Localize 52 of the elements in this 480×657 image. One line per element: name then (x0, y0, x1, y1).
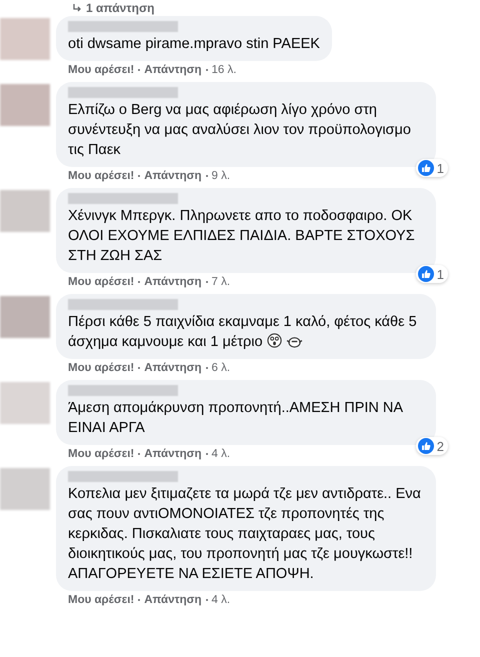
reply-link[interactable]: Απάντηση (144, 362, 202, 374)
comment-time[interactable]: 7 λ. (212, 276, 230, 288)
replies-link[interactable]: 1 απάντηση (86, 1, 155, 15)
separator-dot (138, 367, 140, 369)
surprised-emoji-icon (266, 333, 282, 348)
comment-text: Ελπίζω ο Berg να μας αφιέρωση λίγο χρόνο στη συνέντευξη να μας αναλύσει λιον τον προϋπολογισμο τις Παεκ (68, 101, 412, 160)
comment-text: Κοπελια μεν ξιτιμαζετε τα μωρά τζε μεν αντιδρατε.. Ενα σας πουν αντιΟΜΟΝΟΙΑΤΕΣ τζε προπονητές της κερκιδας. Πισκαλιατε τους παιχταραες μας, τους διοικητικούς μας, του προπονητή μας τζε μουγκωστε!! ΑΠΑΓΟΡΕΥΕΤΕ ΝΑ ΕΣΙΕΤΕ ΑΠΟΨΗ. (68, 485, 422, 584)
reply-link[interactable]: Απάντηση (144, 170, 202, 182)
separator-dot (206, 453, 208, 455)
reaction-badge[interactable]: 1 (416, 159, 448, 177)
comment-time[interactable]: 16 λ. (212, 64, 236, 76)
comment-text: oti dwsame pirame.mpravo stin PAEEK (68, 35, 320, 54)
like-link[interactable]: Μου αρέσει! (68, 64, 134, 76)
avatar[interactable] (0, 468, 50, 510)
avatar[interactable] (0, 84, 50, 126)
separator-dot (206, 69, 208, 71)
separator-dot (138, 175, 140, 177)
separator-dot (206, 281, 208, 283)
like-link[interactable]: Μου αρέσει! (68, 362, 134, 374)
comment-time[interactable]: 4 λ. (212, 594, 230, 606)
like-link[interactable]: Μου αρέσει! (68, 170, 134, 182)
comment-time[interactable]: 9 λ. (212, 170, 230, 182)
separator-dot (206, 367, 208, 369)
separator-dot (138, 281, 140, 283)
like-link[interactable]: Μου αρέσει! (68, 594, 134, 606)
separator-dot (138, 599, 140, 601)
like-icon (418, 266, 434, 282)
avatar[interactable] (0, 190, 50, 232)
reply-arrow-icon (72, 3, 82, 13)
separator-dot (206, 175, 208, 177)
avatar[interactable] (0, 382, 50, 424)
reply-link[interactable]: Απάντηση (144, 276, 202, 288)
reaction-badge[interactable]: 1 (416, 265, 448, 283)
avatar[interactable] (0, 296, 50, 338)
like-link[interactable]: Μου αρέσει! (68, 276, 134, 288)
like-link[interactable]: Μου αρέσει! (68, 448, 134, 460)
like-icon (418, 438, 434, 454)
reaction-badge[interactable]: 2 (416, 437, 448, 455)
reply-link[interactable]: Απάντηση (144, 594, 202, 606)
like-icon (418, 160, 434, 176)
separator-dot (206, 599, 208, 601)
emoji-icon (286, 335, 303, 348)
separator-dot (138, 453, 140, 455)
reply-link[interactable]: Απάντηση (144, 448, 202, 460)
comment-time[interactable]: 4 λ. (212, 448, 230, 460)
comment-text: Πέρσι κάθε 5 παιχνίδια εκαμναμε 1 καλό, φέτος κάθε 5 άσχημα καμνουμε και 1 μέτριο (68, 313, 418, 352)
avatar[interactable] (0, 18, 50, 60)
comment-text: Άμεση απομάκρυνση προπονητή..ΑΜΕΣΗ ΠΡΙΝ ΝΑ ΕΙΝΑΙ ΑΡΓΑ (68, 399, 404, 438)
separator-dot (138, 69, 140, 71)
reply-link[interactable]: Απάντηση (144, 64, 202, 76)
comment-text: Χένινγκ Μπεργκ. Πληρωνετε απο το ποδοσφαιρο. ΟΚ ΟΛΟΙ ΕΧΟΥΜΕ ΕΛΠΙΔΕΣ ΠΑΙΔΙΑ. ΒΑΡΤΕ ΣΤΟΧΟΥΣ ΣΤΗ ΖΩΗ ΣΑΣ (68, 207, 416, 266)
comment-time[interactable]: 6 λ. (212, 362, 230, 374)
